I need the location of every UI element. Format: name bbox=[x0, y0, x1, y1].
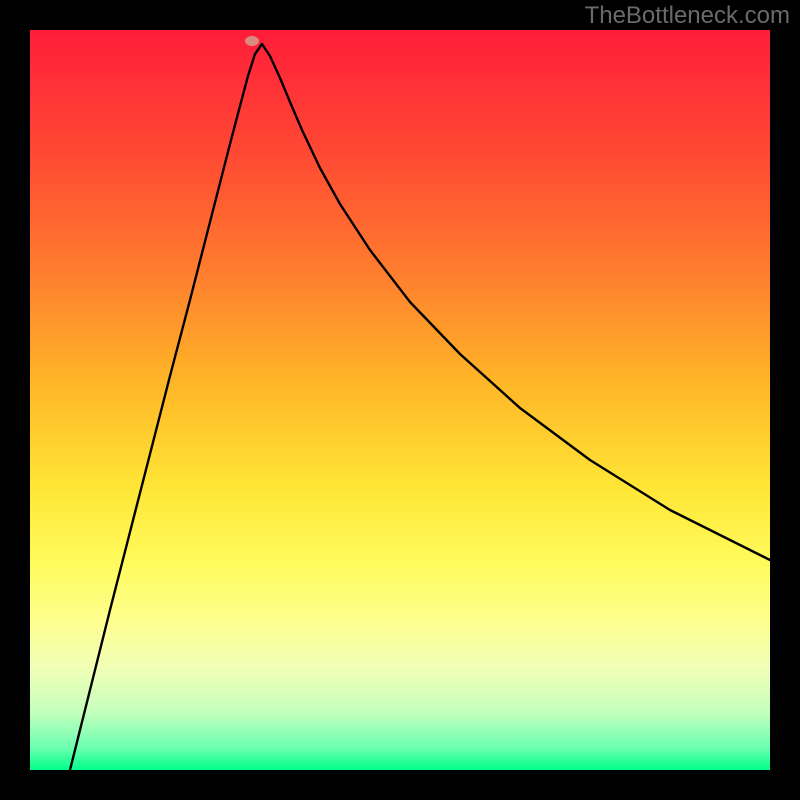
plot-area bbox=[30, 30, 770, 770]
x-axis bbox=[30, 770, 770, 772]
watermark-text: TheBottleneck.com bbox=[585, 2, 790, 30]
bottleneck-curve bbox=[30, 30, 770, 770]
y-axis bbox=[28, 30, 30, 772]
min-bottleneck-marker bbox=[245, 36, 259, 46]
chart-frame: TheBottleneck.com bbox=[0, 0, 800, 800]
